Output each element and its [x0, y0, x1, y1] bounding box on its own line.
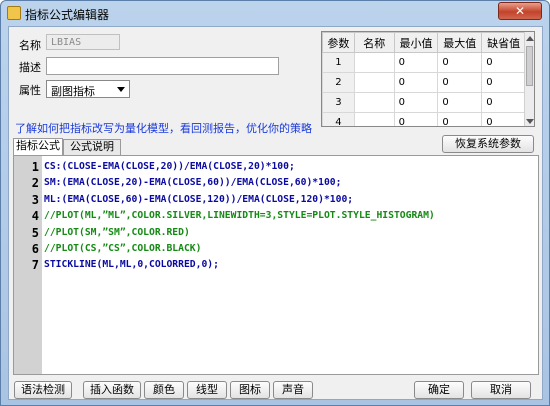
code-line: STICKLINE(ML,ML,0,COLORRED,0); [44, 259, 219, 271]
table-row: 4 0 0 0 [322, 112, 526, 126]
color-button[interactable]: 颜色 [144, 381, 184, 399]
comment-line: //PLOT(SM,”SM”,COLOR.RED) [44, 226, 190, 238]
line-number: 3 [31, 192, 39, 207]
tab-formula[interactable]: 指标公式 [13, 138, 63, 156]
param-name-cell[interactable] [353, 92, 395, 113]
param-default-cell[interactable]: 0 [481, 52, 526, 73]
line-number: 5 [31, 225, 39, 240]
code-line: SM:(EMA(CLOSE,20)-EMA(CLOSE,60))/EMA(CLO… [44, 177, 342, 189]
param-min-cell[interactable]: 0 [393, 52, 439, 73]
table-row: 1 0 0 0 [322, 52, 526, 73]
line-number: 1 [31, 160, 39, 174]
attribute-label: 属性 [19, 84, 41, 97]
code-line: CS:(CLOSE-EMA(CLOSE,20))/EMA(CLOSE,20)*1… [44, 161, 295, 172]
param-default-cell[interactable]: 0 [481, 112, 526, 126]
title-bar[interactable]: 指标公式编辑器 ✕ [1, 1, 549, 25]
description-label: 描述 [19, 61, 41, 74]
table-row: 2 0 0 0 [322, 72, 526, 93]
attribute-select[interactable]: 副图指标 [46, 80, 130, 98]
row-number: 3 [322, 92, 355, 113]
param-max-cell[interactable]: 0 [437, 52, 483, 73]
param-max-cell[interactable]: 0 [437, 72, 483, 93]
icon-button[interactable]: 图标 [230, 381, 270, 399]
scroll-up-icon[interactable] [526, 36, 534, 41]
restore-params-button[interactable]: 恢复系统参数 [442, 135, 534, 153]
row-number: 1 [322, 52, 355, 73]
comment-line: //PLOT(ML,”ML”,COLOR.SILVER,LINEWIDTH=3,… [44, 210, 435, 222]
cancel-button[interactable]: 取消 [471, 381, 531, 399]
window-title: 指标公式编辑器 [25, 8, 110, 22]
code-text[interactable]: CS:(CLOSE-EMA(CLOSE,20))/EMA(CLOSE,20)*1… [44, 159, 435, 274]
sound-button[interactable]: 声音 [273, 381, 313, 399]
close-button[interactable]: ✕ [498, 2, 542, 20]
param-name-cell[interactable] [353, 52, 395, 73]
line-number: 4 [31, 209, 39, 224]
column-header: 缺省值 [481, 32, 526, 53]
row-number: 2 [322, 72, 355, 93]
column-header: 最大值 [437, 32, 483, 53]
tab-description[interactable]: 公式说明 [63, 139, 121, 155]
param-min-cell[interactable]: 0 [393, 72, 439, 93]
line-number: 7 [31, 258, 39, 273]
param-name-cell[interactable] [353, 72, 395, 93]
param-max-cell[interactable]: 0 [437, 92, 483, 113]
column-header: 最小值 [393, 32, 439, 53]
quant-model-link[interactable]: 了解如何把指标改写为量化模型，看回测报告，优化你的策略 [15, 120, 312, 136]
description-field[interactable] [46, 57, 279, 75]
table-scrollbar[interactable] [524, 32, 534, 126]
comment-line: //PLOT(CS,”CS”,COLOR.BLACK) [44, 242, 202, 254]
syntax-check-button[interactable]: 语法检测 [14, 381, 72, 399]
app-icon [7, 6, 21, 20]
table-row: 3 0 0 0 [322, 92, 526, 113]
param-default-cell[interactable]: 0 [481, 72, 526, 93]
line-type-button[interactable]: 线型 [187, 381, 227, 399]
param-min-cell[interactable]: 0 [393, 92, 439, 113]
parameter-table: 参数 名称 最小值 最大值 缺省值 1 0 0 0 2 0 0 0 3 0 0 … [321, 31, 535, 127]
column-header: 名称 [353, 32, 395, 53]
column-header: 参数 [322, 32, 355, 53]
param-name-cell[interactable] [353, 112, 395, 126]
ok-button[interactable]: 确定 [414, 381, 464, 399]
name-field[interactable]: LBIAS [46, 34, 120, 50]
scroll-down-icon[interactable] [526, 119, 534, 124]
param-min-cell[interactable]: 0 [393, 112, 439, 126]
name-label: 名称 [19, 39, 41, 52]
insert-function-button[interactable]: 插入函数 [83, 381, 141, 399]
attribute-select-value: 副图指标 [51, 85, 95, 98]
param-default-cell[interactable]: 0 [481, 92, 526, 113]
table-header-row: 参数 名称 最小值 最大值 缺省值 [322, 32, 526, 53]
chevron-down-icon [117, 87, 125, 92]
row-number: 4 [322, 112, 355, 126]
param-max-cell[interactable]: 0 [437, 112, 483, 126]
code-line: ML:(EMA(CLOSE,60)-EMA(CLOSE,120))/EMA(CL… [44, 193, 354, 205]
formula-editor[interactable]: 1 2 3 4 5 6 7 CS:(CLOSE-EMA(CLOSE,20))/EMA(CLOS… [13, 155, 539, 375]
line-number: 2 [31, 176, 39, 191]
editor-window: 指标公式编辑器 ✕ 名称 LBIAS 描述 属性 副图指标 参数 名称 最小值 … [0, 0, 550, 406]
dialog-body: 名称 LBIAS 描述 属性 副图指标 参数 名称 最小值 最大值 缺省值 1 … [8, 26, 543, 400]
line-number: 6 [31, 242, 39, 256]
scroll-thumb[interactable] [526, 46, 533, 86]
